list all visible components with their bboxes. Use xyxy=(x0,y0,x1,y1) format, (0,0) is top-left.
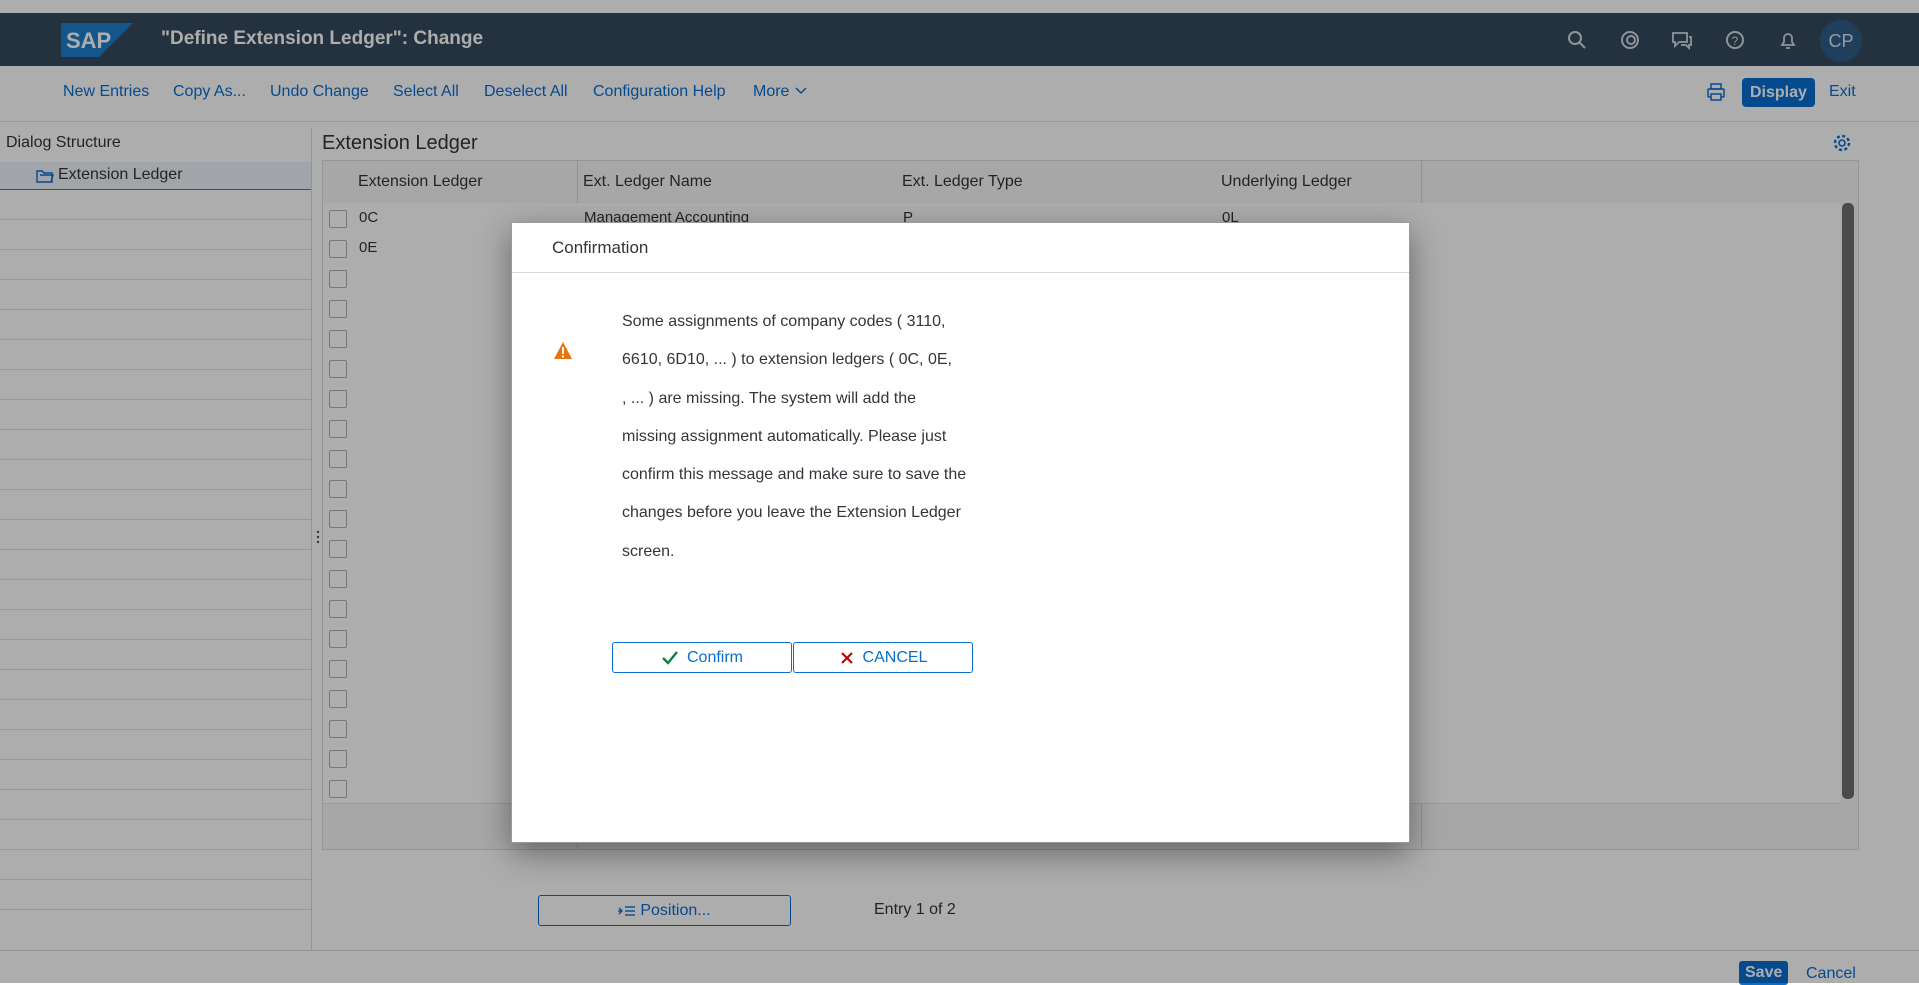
checkmark-icon xyxy=(662,650,678,665)
dialog-title: Confirmation xyxy=(552,238,649,257)
dialog-cancel-button[interactable]: CANCEL xyxy=(793,642,973,673)
confirm-button[interactable]: Confirm xyxy=(612,642,792,673)
dialog-cancel-label: CANCEL xyxy=(862,648,928,666)
message-line: , ... ) are missing. The system will add… xyxy=(622,389,917,407)
close-icon xyxy=(840,651,853,664)
message-line: 6610, 6D10, ... ) to extension ledgers (… xyxy=(622,351,952,369)
confirmation-dialog: Confirmation Some assignments of company… xyxy=(511,222,1410,843)
confirm-button-label: Confirm xyxy=(686,648,743,666)
warning-icon xyxy=(554,342,572,359)
dialog-header: Confirmation xyxy=(512,223,1409,273)
message-line: missing assignment automatically. Please… xyxy=(622,427,947,445)
dialog-message: Some assignments of company codes ( 3110… xyxy=(622,303,1022,571)
message-line: Some assignments of company codes ( 3110… xyxy=(622,313,946,330)
message-line: changes before you leave the Extension L… xyxy=(622,504,961,522)
message-line: screen. xyxy=(622,542,675,560)
message-line: confirm this message and make sure to sa… xyxy=(622,466,967,484)
